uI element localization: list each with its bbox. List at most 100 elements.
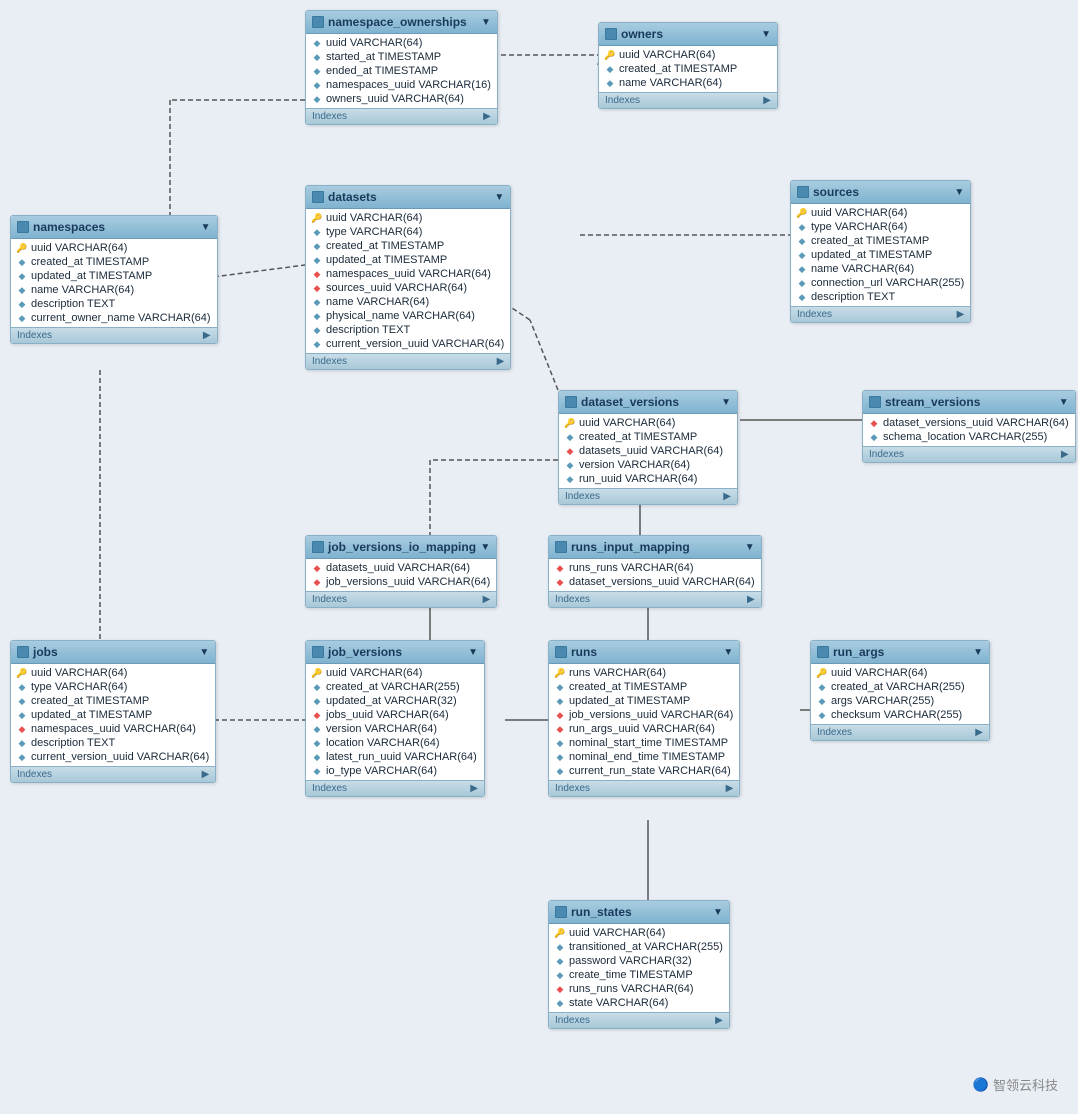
- table-row[interactable]: ◆updated_at TIMESTAMP: [11, 269, 217, 283]
- table-row[interactable]: ◆updated_at TIMESTAMP: [306, 253, 510, 267]
- table-row[interactable]: ◆created_at TIMESTAMP: [791, 234, 970, 248]
- table-dropdown-jobs[interactable]: ▼: [199, 647, 209, 658]
- footer-arrow-icon[interactable]: ▶: [763, 95, 771, 106]
- table-dropdown-run_states[interactable]: ▼: [713, 907, 723, 918]
- table-row[interactable]: 🔑uuid VARCHAR(64): [11, 666, 215, 680]
- table-runs[interactable]: runs▼ 🔑runs VARCHAR(64)◆created_at TIMEST…: [548, 640, 740, 797]
- table-footer-run_states[interactable]: Indexes▶: [549, 1012, 729, 1028]
- table-row[interactable]: ◆updated_at TIMESTAMP: [791, 248, 970, 262]
- table-row[interactable]: ◆version VARCHAR(64): [559, 458, 737, 472]
- table-row[interactable]: 🔑uuid VARCHAR(64): [306, 211, 510, 225]
- table-header-datasets[interactable]: datasets▼: [306, 186, 510, 209]
- table-row[interactable]: ◆name VARCHAR(64): [599, 76, 777, 90]
- table-row[interactable]: ◆created_at TIMESTAMP: [559, 430, 737, 444]
- footer-arrow-icon[interactable]: ▶: [715, 1015, 723, 1026]
- footer-arrow-icon[interactable]: ▶: [497, 356, 505, 367]
- table-header-namespace_ownerships[interactable]: namespace_ownerships▼: [306, 11, 497, 34]
- table-row[interactable]: ◆description TEXT: [791, 290, 970, 304]
- table-row[interactable]: 🔑runs VARCHAR(64): [549, 666, 739, 680]
- table-datasets[interactable]: datasets▼ 🔑uuid VARCHAR(64)◆type VARCHAR(…: [305, 185, 511, 370]
- table-row[interactable]: ◆namespaces_uuid VARCHAR(64): [306, 267, 510, 281]
- table-row[interactable]: ◆type VARCHAR(64): [791, 220, 970, 234]
- table-row[interactable]: ◆created_at TIMESTAMP: [11, 255, 217, 269]
- table-header-run_args[interactable]: run_args▼: [811, 641, 989, 664]
- table-dropdown-sources[interactable]: ▼: [954, 187, 964, 198]
- table-header-sources[interactable]: sources▼: [791, 181, 970, 204]
- footer-arrow-icon[interactable]: ▶: [202, 769, 210, 780]
- table-dropdown-owners[interactable]: ▼: [761, 29, 771, 40]
- table-row[interactable]: ◆latest_run_uuid VARCHAR(64): [306, 750, 484, 764]
- table-run_states[interactable]: run_states▼ 🔑uuid VARCHAR(64)◆transitione…: [548, 900, 730, 1029]
- table-footer-sources[interactable]: Indexes▶: [791, 306, 970, 322]
- table-sources[interactable]: sources▼ 🔑uuid VARCHAR(64)◆type VARCHAR(6…: [790, 180, 971, 323]
- table-dropdown-job_versions[interactable]: ▼: [468, 647, 478, 658]
- table-row[interactable]: ◆physical_name VARCHAR(64): [306, 309, 510, 323]
- table-row[interactable]: ◆transitioned_at VARCHAR(255): [549, 940, 729, 954]
- table-row[interactable]: ◆created_at TIMESTAMP: [549, 680, 739, 694]
- table-header-runs_input_mapping[interactable]: runs_input_mapping▼: [549, 536, 761, 559]
- table-row[interactable]: ◆type VARCHAR(64): [306, 225, 510, 239]
- table-header-runs[interactable]: runs▼: [549, 641, 739, 664]
- table-row[interactable]: 🔑uuid VARCHAR(64): [306, 666, 484, 680]
- table-row[interactable]: ◆name VARCHAR(64): [11, 283, 217, 297]
- table-row[interactable]: 🔑uuid VARCHAR(64): [599, 48, 777, 62]
- table-run_args[interactable]: run_args▼🔑uuid VARCHAR(64)◆created_at VA…: [810, 640, 990, 741]
- table-row[interactable]: ◆jobs_uuid VARCHAR(64): [306, 708, 484, 722]
- table-footer-runs_input_mapping[interactable]: Indexes▶: [549, 591, 761, 607]
- footer-arrow-icon[interactable]: ▶: [1061, 449, 1069, 460]
- table-row[interactable]: ◆datasets_uuid VARCHAR(64): [559, 444, 737, 458]
- table-row[interactable]: ◆password VARCHAR(32): [549, 954, 729, 968]
- table-row[interactable]: ◆create_time TIMESTAMP: [549, 968, 729, 982]
- table-dataset_versions[interactable]: dataset_versions▼🔑uuid VARCHAR(64)◆creat…: [558, 390, 738, 505]
- table-footer-jobs[interactable]: Indexes▶: [11, 766, 215, 782]
- table-runs_input_mapping[interactable]: runs_input_mapping▼ ◆runs_runs VARCHAR(64…: [548, 535, 762, 608]
- table-row[interactable]: ◆name VARCHAR(64): [306, 295, 510, 309]
- table-row[interactable]: ◆current_version_uuid VARCHAR(64): [11, 750, 215, 764]
- table-row[interactable]: 🔑uuid VARCHAR(64): [791, 206, 970, 220]
- table-row[interactable]: ◆description TEXT: [11, 736, 215, 750]
- table-row[interactable]: ◆description TEXT: [11, 297, 217, 311]
- table-row[interactable]: ◆runs_runs VARCHAR(64): [549, 982, 729, 996]
- table-header-stream_versions[interactable]: stream_versions▼: [863, 391, 1075, 414]
- table-job_versions_io_mapping[interactable]: job_versions_io_mapping▼ ◆datasets_uuid V…: [305, 535, 497, 608]
- table-footer-namespace_ownerships[interactable]: Indexes▶: [306, 108, 497, 124]
- table-row[interactable]: ◆runs_runs VARCHAR(64): [549, 561, 761, 575]
- table-stream_versions[interactable]: stream_versions▼◆dataset_versions_uuid V…: [862, 390, 1076, 463]
- table-row[interactable]: ◆io_type VARCHAR(64): [306, 764, 484, 778]
- table-dropdown-job_versions_io_mapping[interactable]: ▼: [480, 542, 490, 553]
- table-footer-datasets[interactable]: Indexes▶: [306, 353, 510, 369]
- table-row[interactable]: ◆updated_at TIMESTAMP: [549, 694, 739, 708]
- table-row[interactable]: ◆type VARCHAR(64): [11, 680, 215, 694]
- table-row[interactable]: ◆version VARCHAR(64): [306, 722, 484, 736]
- table-row[interactable]: ◆updated_at TIMESTAMP: [11, 708, 215, 722]
- table-footer-run_args[interactable]: Indexes▶: [811, 724, 989, 740]
- table-row[interactable]: ◆created_at VARCHAR(255): [306, 680, 484, 694]
- table-dropdown-namespaces[interactable]: ▼: [201, 222, 211, 233]
- footer-arrow-icon[interactable]: ▶: [203, 330, 211, 341]
- footer-arrow-icon[interactable]: ▶: [975, 727, 983, 738]
- table-row[interactable]: ◆checksum VARCHAR(255): [811, 708, 989, 722]
- table-row[interactable]: ◆created_at TIMESTAMP: [599, 62, 777, 76]
- table-job_versions[interactable]: job_versions▼🔑uuid VARCHAR(64)◆created_a…: [305, 640, 485, 797]
- table-footer-dataset_versions[interactable]: Indexes▶: [559, 488, 737, 504]
- table-row[interactable]: 🔑uuid VARCHAR(64): [549, 926, 729, 940]
- table-row[interactable]: ◆namespaces_uuid VARCHAR(16): [306, 78, 497, 92]
- table-dropdown-run_args[interactable]: ▼: [973, 647, 983, 658]
- table-header-run_states[interactable]: run_states▼: [549, 901, 729, 924]
- table-namespace_ownerships[interactable]: namespace_ownerships▼◆uuid VARCHAR(64)◆s…: [305, 10, 498, 125]
- table-header-job_versions_io_mapping[interactable]: job_versions_io_mapping▼: [306, 536, 496, 559]
- table-row[interactable]: ◆nominal_end_time TIMESTAMP: [549, 750, 739, 764]
- footer-arrow-icon[interactable]: ▶: [483, 111, 491, 122]
- table-row[interactable]: ◆job_versions_uuid VARCHAR(64): [549, 708, 739, 722]
- table-row[interactable]: ◆run_uuid VARCHAR(64): [559, 472, 737, 486]
- table-owners[interactable]: owners▼🔑uuid VARCHAR(64)◆created_at TIME…: [598, 22, 778, 109]
- table-row[interactable]: ◆sources_uuid VARCHAR(64): [306, 281, 510, 295]
- table-row[interactable]: ◆dataset_versions_uuid VARCHAR(64): [549, 575, 761, 589]
- table-row[interactable]: ◆name VARCHAR(64): [791, 262, 970, 276]
- table-row[interactable]: ◆job_versions_uuid VARCHAR(64): [306, 575, 496, 589]
- table-dropdown-datasets[interactable]: ▼: [494, 192, 504, 203]
- footer-arrow-icon[interactable]: ▶: [957, 309, 965, 320]
- table-footer-runs[interactable]: Indexes▶: [549, 780, 739, 796]
- table-row[interactable]: ◆datasets_uuid VARCHAR(64): [306, 561, 496, 575]
- table-footer-stream_versions[interactable]: Indexes▶: [863, 446, 1075, 462]
